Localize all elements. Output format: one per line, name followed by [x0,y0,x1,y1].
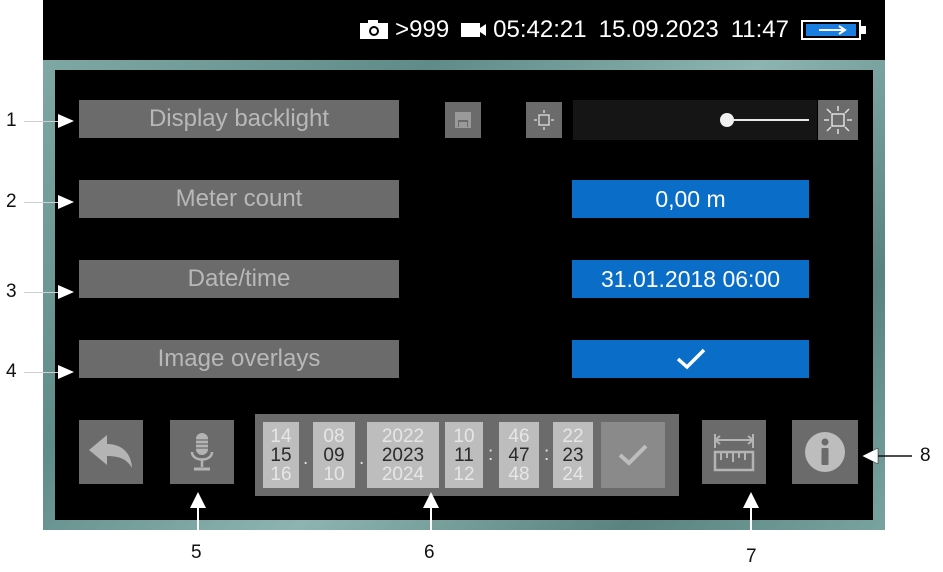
status-time: 11:47 [730,16,789,43]
month-prev: 08 [323,425,345,447]
arrow-right-icon [58,114,74,128]
hour-column[interactable]: 10 11 12 [445,422,483,488]
arrow-right-icon [58,195,74,209]
date-time-label: Date/time [187,265,291,292]
checkmark-icon [618,444,648,466]
callout-6: 6 [424,542,435,563]
callout-3: 3 [6,281,17,302]
status-bar: >999 05:42:21 15.09.2023 11:47 [43,0,885,60]
save-button[interactable] [445,102,481,138]
brightness-up-button[interactable] [818,100,858,140]
date-separator: . [359,448,365,469]
day-next: 16 [270,463,292,485]
callout-line [24,202,60,203]
measurement-button[interactable] [702,420,766,484]
image-count: >999 [395,16,450,43]
brightness-low-icon [534,110,554,130]
date-time-button[interactable]: Date/time [79,260,399,298]
callout-line [24,372,60,373]
day-column[interactable]: 14 15 16 [263,422,299,488]
callout-1: 1 [6,110,17,131]
device-frame: Display backlight Meter count 0,00 m Dat… [43,60,885,530]
video-icon [461,23,487,37]
microphone-button[interactable] [170,420,234,484]
month-current: 09 [323,444,345,466]
meter-count-label: Meter count [175,185,303,212]
date-separator: . [303,448,309,469]
second-current: 23 [562,444,584,466]
callout-line [24,121,60,122]
arrow-right-icon [58,285,74,299]
year-prev: 2022 [381,425,425,447]
year-next: 2024 [381,463,425,485]
image-overlays-button[interactable]: Image overlays [79,340,399,378]
callout-2: 2 [6,191,17,212]
callout-4: 4 [6,361,17,382]
second-column[interactable]: 22 23 24 [553,422,593,488]
slider-knob[interactable] [720,113,735,127]
month-next: 10 [323,463,345,485]
day-current: 15 [270,444,292,466]
minute-current: 47 [508,444,530,466]
month-column[interactable]: 08 09 10 [313,422,355,488]
minute-column[interactable]: 46 47 48 [499,422,539,488]
date-time-text: 31.01.2018 06:00 [600,265,781,292]
arrow-up-icon [190,492,206,538]
date-time-value[interactable]: 31.01.2018 06:00 [572,260,809,298]
back-button[interactable] [79,420,143,484]
callout-8: 8 [920,445,931,466]
arrow-up-icon [423,492,439,538]
arrow-right-icon [58,365,74,379]
display-backlight-label: Display backlight [148,105,330,132]
callout-line [24,292,60,293]
time-separator: : [544,444,550,465]
minute-prev: 46 [508,425,530,447]
battery-charging-icon [801,20,866,40]
year-column[interactable]: 2022 2023 2024 [367,422,439,488]
brightness-down-button[interactable] [526,102,562,138]
time-separator: : [488,444,494,465]
date-time-picker: 14 15 16 . 08 09 10 . 2022 2023 2024 10 … [255,414,679,496]
hour-prev: 10 [453,425,475,447]
arrow-up-icon [743,492,759,538]
second-next: 24 [562,463,584,485]
meter-count-button[interactable]: Meter count [79,180,399,218]
info-button[interactable] [792,420,858,484]
slider-line [727,119,809,121]
brightness-high-icon [824,106,852,134]
back-arrow-icon [89,435,132,468]
hour-current: 11 [454,444,474,466]
second-prev: 22 [562,425,584,447]
microphone-icon [190,433,214,471]
meter-count-value[interactable]: 0,00 m [572,180,809,218]
status-date: 15.09.2023 [598,16,719,43]
camera-icon [360,20,389,39]
callout-7: 7 [746,546,757,567]
callout-5: 5 [191,542,202,563]
image-overlays-toggle[interactable] [572,340,809,378]
recording-time: 05:42:21 [493,16,587,43]
display-backlight-button[interactable]: Display backlight [79,100,399,138]
meter-count-text: 0,00 m [655,185,726,212]
minute-next: 48 [508,463,530,485]
confirm-datetime-button[interactable] [601,422,665,488]
settings-screen: Display backlight Meter count 0,00 m Dat… [55,70,873,520]
arrow-left-icon [862,448,912,464]
save-icon [455,112,471,128]
day-prev: 14 [270,425,292,447]
info-icon [805,432,845,472]
year-current: 2023 [381,444,425,466]
checkmark-icon [676,348,705,370]
ruler-icon [713,434,755,472]
image-overlays-label: Image overlays [157,345,321,372]
backlight-slider[interactable] [573,100,817,140]
hour-next: 12 [453,463,475,485]
